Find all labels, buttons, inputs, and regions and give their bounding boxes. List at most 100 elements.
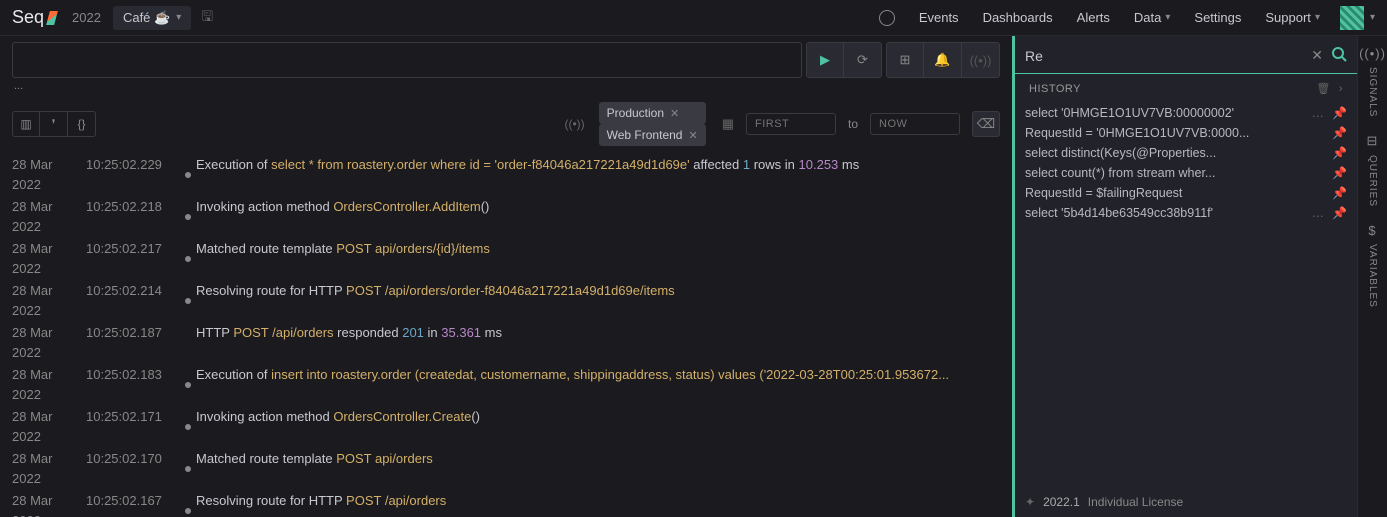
history-item[interactable]: RequestId = '0HMGE1O1UV7VB:0000...📌 [1015, 123, 1357, 143]
pin-icon[interactable]: 📌 [1328, 146, 1347, 160]
pin-icon[interactable]: 📌 [1328, 206, 1347, 220]
user-menu-chevron-icon[interactable]: ▾ [1370, 12, 1375, 23]
topbar: Seq 2022 Café ☕▾ 🖫 Events Dashboards Ale… [0, 0, 1387, 36]
run-button[interactable]: ▶ [806, 42, 844, 78]
history-item[interactable]: RequestId = $failingRequest📌 [1015, 183, 1357, 203]
queries-icon: ⊟ [1367, 133, 1379, 149]
remove-tag-icon[interactable]: ✕ [670, 107, 679, 120]
filter-tag[interactable]: Production✕ [599, 102, 706, 124]
nav-alerts[interactable]: Alerts [1065, 10, 1122, 25]
history-item[interactable]: select '0HMGE1O1UV7VB:00000002' …📌 [1015, 103, 1357, 123]
remove-tag-icon[interactable]: ✕ [688, 129, 697, 142]
event-date: 28 Mar 2022 [12, 491, 84, 517]
event-message: Execution of select * from roastery.orde… [196, 155, 1000, 195]
bell-button[interactable]: 🔔 [924, 42, 962, 78]
event-date: 28 Mar 2022 [12, 281, 84, 321]
event-message: Resolving route for HTTP POST /api/order… [196, 281, 1000, 321]
pin-icon[interactable]: 📌 [1328, 186, 1347, 200]
event-dot [180, 323, 196, 363]
broadcast-button[interactable]: ((•)) [962, 42, 1000, 78]
query-ellipsis: ... [0, 78, 1012, 94]
event-time: 10:25:02.183 [84, 365, 180, 405]
year-label: 2022 [72, 10, 101, 25]
event-date: 28 Mar 2022 [12, 407, 84, 447]
nav-data[interactable]: Data ▾ [1122, 10, 1183, 25]
grid-button[interactable]: ⊞ [886, 42, 924, 78]
event-row[interactable]: 28 Mar 202210:25:02.218Invoking action m… [6, 196, 1006, 238]
clear-search-icon[interactable]: ✕ [1311, 47, 1323, 64]
event-dot [180, 281, 196, 321]
avatar[interactable] [1340, 6, 1364, 30]
to-input[interactable] [870, 113, 960, 135]
rail-signals[interactable]: ((•))SIGNALS [1359, 46, 1386, 117]
refresh-button[interactable]: ⟳ [844, 42, 882, 78]
nav-settings[interactable]: Settings [1182, 10, 1253, 25]
event-row[interactable]: 28 Mar 202210:25:02.214Resolving route f… [6, 280, 1006, 322]
delete-history-icon[interactable]: 🗑 [1312, 82, 1334, 95]
from-input[interactable] [746, 113, 836, 135]
footer: ✦ 2022.1 Individual License [1015, 487, 1357, 517]
calendar-icon[interactable]: ▦ [722, 116, 734, 132]
event-row[interactable]: 28 Mar 202210:25:02.187HTTP POST /api/or… [6, 322, 1006, 364]
workspace-select[interactable]: Café ☕▾ [113, 6, 191, 30]
chart-button[interactable]: ▥ [12, 111, 40, 137]
event-date: 28 Mar 2022 [12, 239, 84, 279]
right-search-input[interactable] [1025, 48, 1303, 64]
event-row[interactable]: 28 Mar 202210:25:02.171 Invoking action m… [6, 406, 1006, 448]
event-dot [180, 239, 196, 279]
event-time: 10:25:02.171 [84, 407, 180, 447]
ellipsis-icon[interactable]: … [1308, 106, 1329, 120]
rail-variables[interactable]: $VARIABLES [1367, 223, 1378, 308]
quote-button[interactable]: ❜ [40, 111, 68, 137]
event-row[interactable]: 28 Mar 202210:25:02.217 Matched route tem… [6, 238, 1006, 280]
chevron-down-icon: ▾ [1315, 12, 1320, 23]
rail-queries[interactable]: ⊟QUERIES [1367, 133, 1379, 207]
braces-button[interactable]: {} [68, 111, 96, 137]
event-time: 10:25:02.170 [84, 449, 180, 489]
nav-support[interactable]: Support ▾ [1253, 10, 1332, 25]
event-dot [180, 449, 196, 489]
nav-events[interactable]: Events [907, 10, 971, 25]
event-date: 28 Mar 2022 [12, 155, 84, 195]
event-message: Execution of insert into roastery.order … [196, 365, 1000, 405]
history-item[interactable]: select count(*) from stream wher...📌 [1015, 163, 1357, 183]
nav-dashboards[interactable]: Dashboards [971, 10, 1065, 25]
event-dot [180, 491, 196, 517]
event-message: Resolving route for HTTP POST /api/order… [196, 491, 1000, 517]
history-item[interactable]: select distinct(Keys(@Properties...📌 [1015, 143, 1357, 163]
event-row[interactable]: 28 Mar 202210:25:02.229Execution of sele… [6, 154, 1006, 196]
to-label: to [842, 117, 864, 131]
event-message: Invoking action method OrdersController.… [196, 197, 1000, 237]
event-message: Matched route template POST api/orders [196, 449, 1000, 489]
pin-icon[interactable]: 📌 [1328, 166, 1347, 180]
signals-icon: ((•)) [1359, 46, 1386, 61]
event-message: Invoking action method OrdersController.… [196, 407, 1000, 447]
event-row[interactable]: 28 Mar 202210:25:02.167 Resolving route f… [6, 490, 1006, 517]
filter-tag[interactable]: Web Frontend✕ [599, 124, 706, 146]
event-time: 10:25:02.167 [84, 491, 180, 517]
event-message: Matched route template POST api/orders/{… [196, 239, 1000, 279]
event-dot [180, 407, 196, 447]
ellipsis-icon[interactable]: … [1308, 206, 1329, 220]
query-input[interactable] [12, 42, 802, 78]
event-dot [180, 365, 196, 405]
pin-icon[interactable]: 📌 [1328, 106, 1347, 120]
search-icon[interactable] [1331, 46, 1347, 65]
history-item[interactable]: select '5b4d14be63549cc38b911f' …📌 [1015, 203, 1357, 223]
expand-history-icon[interactable]: › [1335, 83, 1347, 95]
event-row[interactable]: 28 Mar 202210:25:02.170Matched route tem… [6, 448, 1006, 490]
event-time: 10:25:02.217 [84, 239, 180, 279]
save-icon[interactable]: 🖫 [201, 6, 213, 30]
clear-date-button[interactable]: ⌫ [972, 111, 1000, 137]
event-row[interactable]: 28 Mar 202210:25:02.183Execution of inse… [6, 364, 1006, 406]
theme-toggle-icon[interactable] [879, 10, 895, 26]
history-label: HISTORY [1025, 83, 1085, 95]
pin-icon[interactable]: 📌 [1328, 126, 1347, 140]
chevron-down-icon: ▾ [176, 12, 181, 23]
event-dot [180, 197, 196, 237]
events-list[interactable]: 28 Mar 202210:25:02.229Execution of sele… [0, 154, 1012, 517]
event-time: 10:25:02.218 [84, 197, 180, 237]
sparkle-icon: ✦ [1025, 495, 1035, 509]
right-panel: ✕ HISTORY 🗑 › select '0HMGE1O1UV7VB:0000… [1012, 36, 1357, 517]
event-message: HTTP POST /api/orders responded 201 in 3… [196, 323, 1000, 363]
